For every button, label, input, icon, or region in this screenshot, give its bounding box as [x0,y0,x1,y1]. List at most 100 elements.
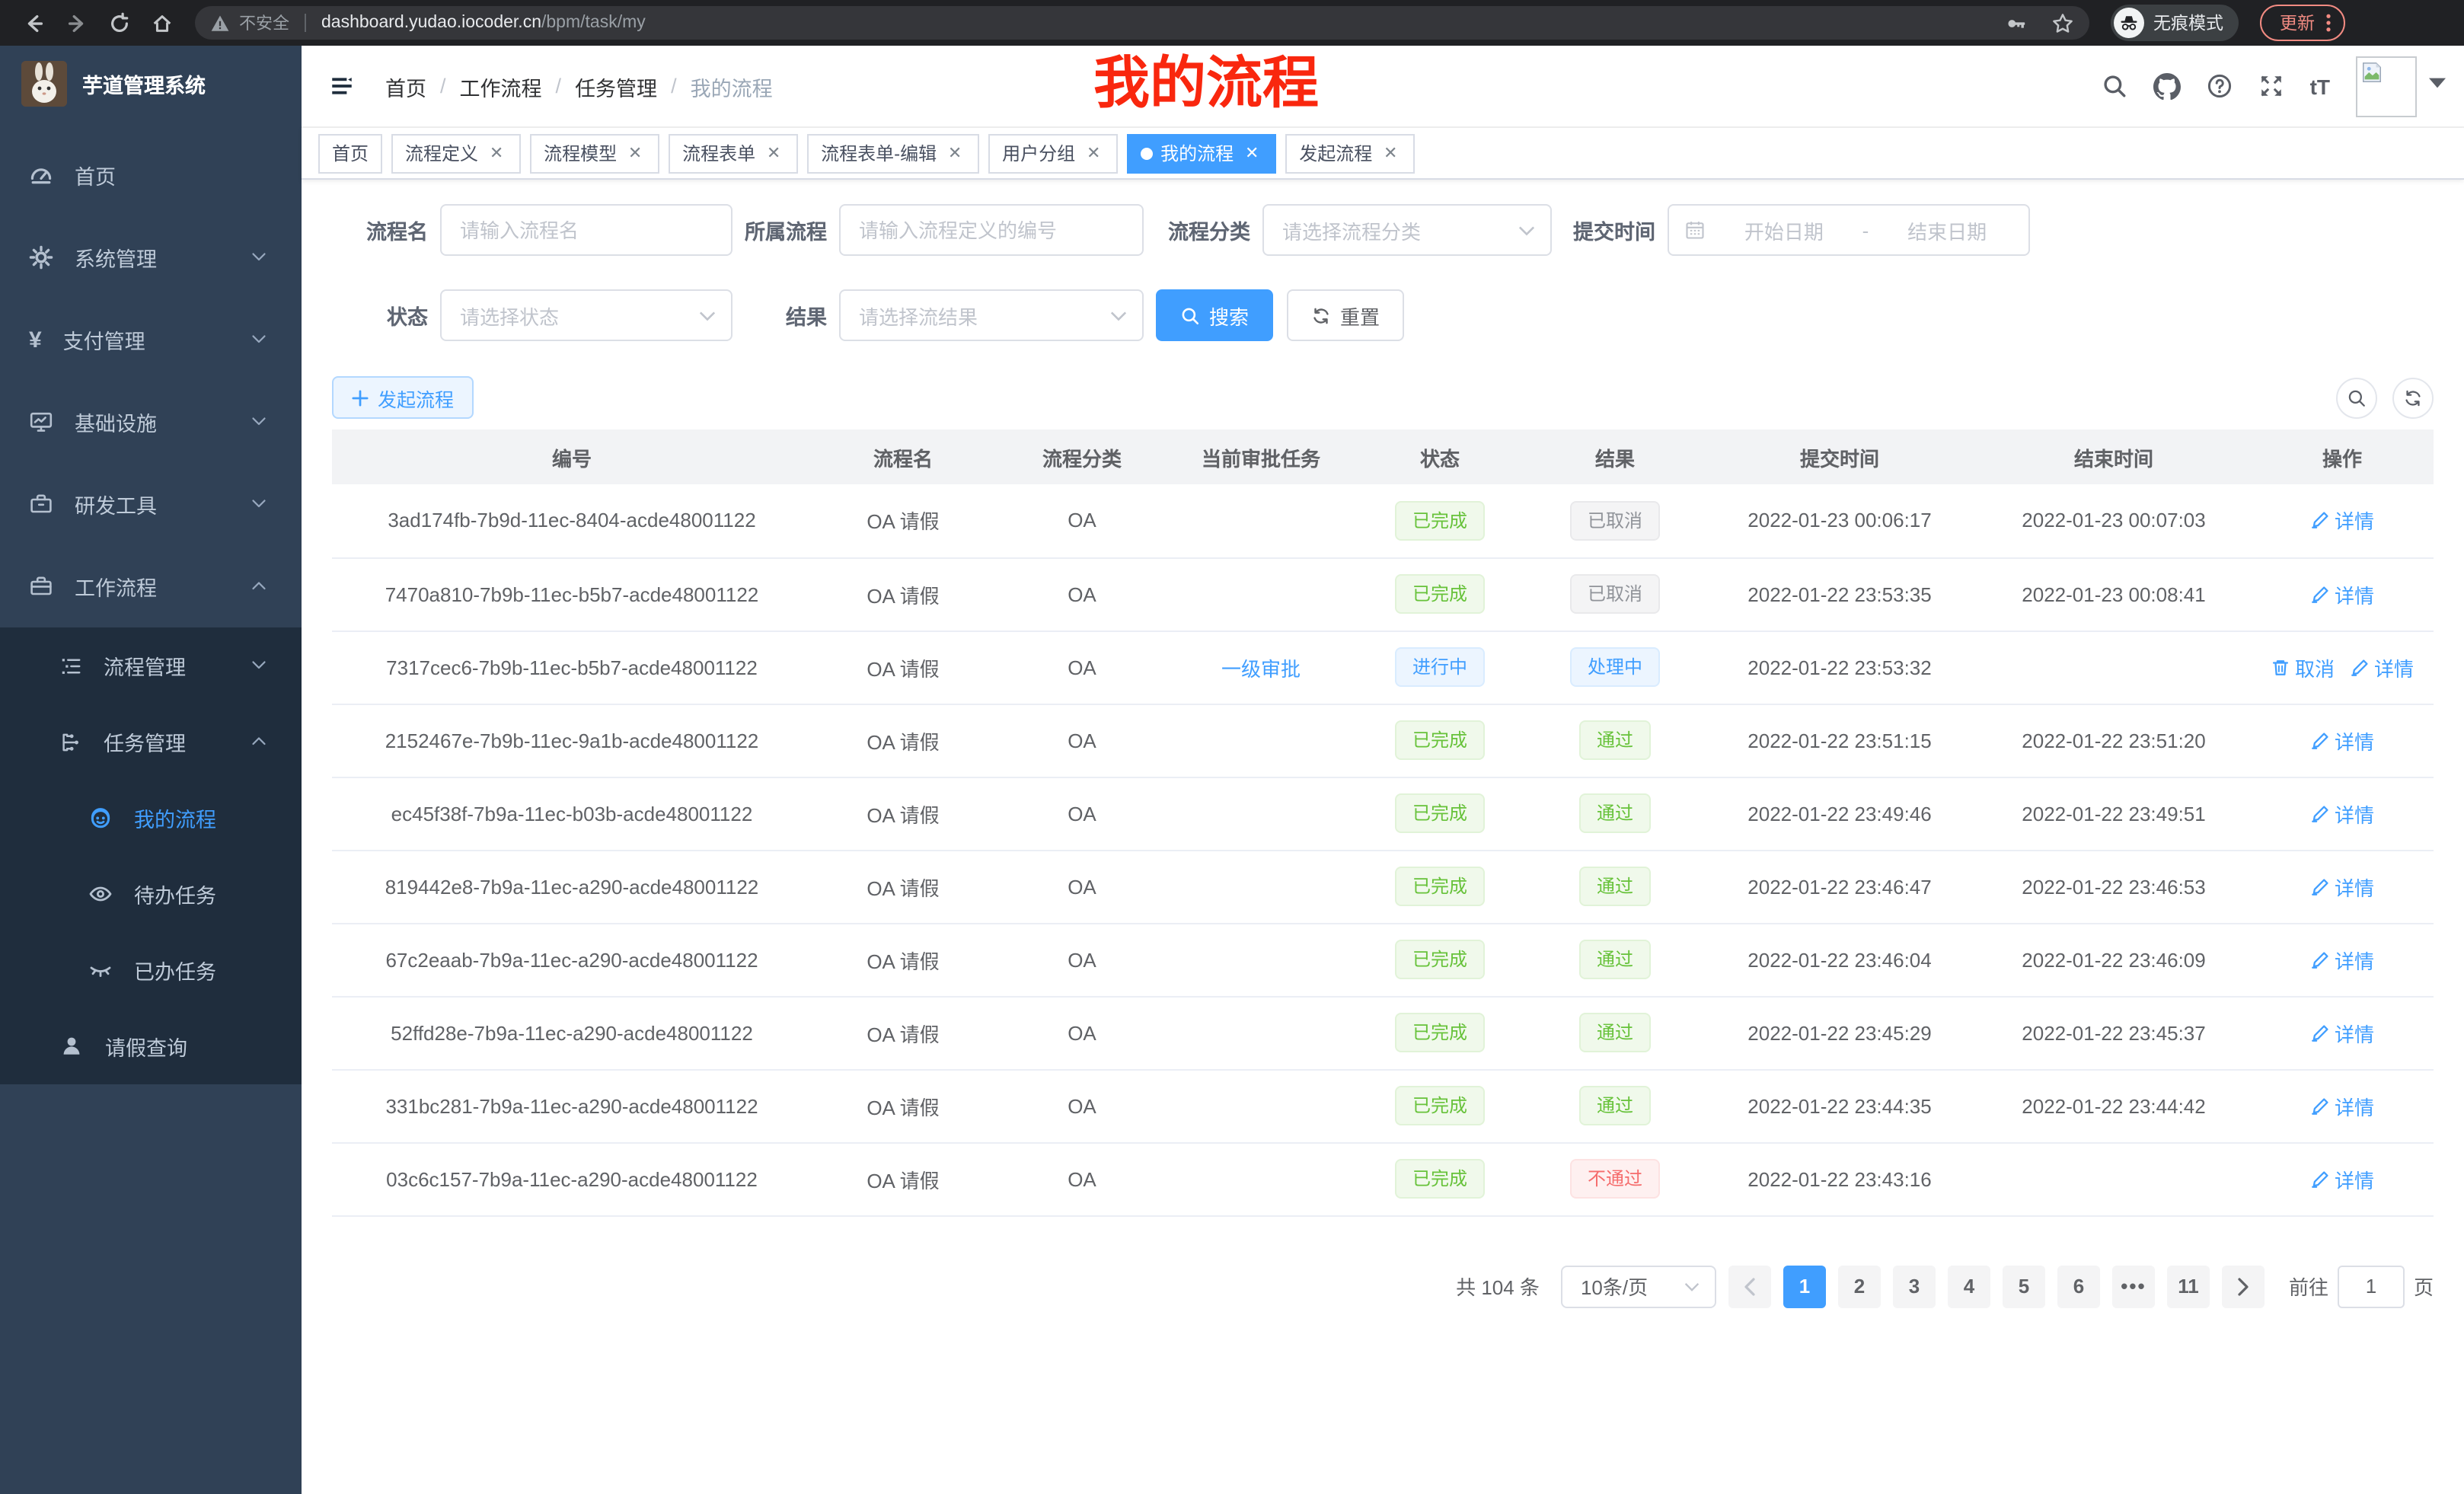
page-button-11[interactable]: 11 [2167,1265,2210,1307]
tab-流程表单[interactable]: 流程表单✕ [669,133,798,173]
action-详情[interactable]: 详情 [2310,799,2374,828]
process-name-input[interactable] [440,204,732,256]
browser-menu-kebab-icon[interactable] [2325,12,2332,34]
robot-icon [88,806,113,830]
owner-process-input[interactable] [839,204,1144,256]
incognito-badge: 无痕模式 [2111,5,2239,41]
tab-发起流程[interactable]: 发起流程✕ [1285,133,1415,173]
close-tab-icon[interactable]: ✕ [624,142,646,164]
sidebar-collapse-icon[interactable] [320,73,364,99]
action-详情[interactable]: 详情 [2350,653,2414,682]
result-select[interactable]: 请选择流结果 [839,289,1144,341]
action-取消[interactable]: 取消 [2271,653,2335,682]
category-select[interactable]: 请选择流程分类 [1262,204,1552,256]
sidebar-item-研发工具[interactable]: 研发工具 [0,463,302,545]
user-avatar[interactable] [2356,56,2417,117]
current-task-link[interactable]: 一级审批 [1221,653,1301,682]
status-label: 状态 [349,300,428,330]
page-size-select[interactable]: 10条/页 [1561,1265,1716,1307]
tab-我的流程[interactable]: 我的流程✕ [1127,133,1276,173]
search-button[interactable]: 搜索 [1156,289,1273,341]
close-tab-icon[interactable]: ✕ [1380,142,1401,164]
close-tab-icon[interactable]: ✕ [763,142,784,164]
page-button-1[interactable]: 1 [1783,1265,1826,1307]
fullscreen-icon[interactable] [2258,73,2284,99]
back-icon[interactable] [15,5,52,41]
password-key-icon[interactable] [2004,11,2027,34]
cell-current-task [1170,704,1352,777]
close-tab-icon[interactable]: ✕ [486,142,507,164]
sidebar-item-首页[interactable]: 首页 [0,134,302,216]
sidebar-item-流程管理[interactable]: 流程管理 [0,627,302,704]
chevron-down-icon [250,330,268,349]
tab-用户分组[interactable]: 用户分组✕ [988,133,1118,173]
breadcrumb-item[interactable]: 工作流程 [460,71,542,101]
cell-submit-time: 2022-01-23 00:06:17 [1703,484,1977,557]
cell-end-time [1977,1142,2251,1215]
action-详情[interactable]: 详情 [2310,1164,2374,1193]
page-button-6[interactable]: 6 [2057,1265,2100,1307]
sidebar: 芋道管理系统 首页系统管理¥支付管理基础设施研发工具工作流程流程管理任务管理我的… [0,46,302,1494]
cell-result: 已取消 [1527,484,1703,557]
browser-update-button[interactable]: 更新 [2260,5,2345,41]
sidebar-item-工作流程[interactable]: 工作流程 [0,545,302,627]
header-search-icon[interactable] [2102,73,2127,99]
close-tab-icon[interactable]: ✕ [1241,142,1262,164]
tab-流程模型[interactable]: 流程模型✕ [530,133,659,173]
tab-流程定义[interactable]: 流程定义✕ [391,133,521,173]
action-详情[interactable]: 详情 [2310,726,2374,755]
cell-actions: 详情 [2251,484,2434,557]
status-select[interactable]: 请选择状态 [440,289,732,341]
status-badge: 已完成 [1396,793,1484,833]
bookmark-star-icon[interactable] [2051,11,2074,34]
font-size-icon[interactable]: tT [2310,75,2330,97]
total-count: 共 104 条 [1456,1272,1540,1301]
sidebar-item-请假查询[interactable]: 请假查询 [0,1008,302,1084]
sidebar-item-任务管理[interactable]: 任务管理 [0,704,302,780]
forward-icon[interactable] [58,5,94,41]
cell-end-time: 2022-01-22 23:45:37 [1977,996,2251,1069]
reload-icon[interactable] [101,5,137,41]
action-详情[interactable]: 详情 [2310,1091,2374,1120]
action-详情[interactable]: 详情 [2310,506,2374,535]
tab-首页[interactable]: 首页 [318,133,382,173]
status-badge: 已完成 [1396,940,1484,979]
next-page-button[interactable] [2222,1265,2265,1307]
sidebar-item-支付管理[interactable]: ¥支付管理 [0,298,302,381]
sidebar-item-基础设施[interactable]: 基础设施 [0,381,302,463]
breadcrumb-item[interactable]: 任务管理 [575,71,657,101]
page-button-4[interactable]: 4 [1948,1265,1990,1307]
breadcrumb-item[interactable]: 首页 [385,71,426,101]
goto-page-input[interactable] [2338,1265,2405,1307]
page-button-3[interactable]: 3 [1893,1265,1936,1307]
page-ellipsis[interactable]: ••• [2112,1265,2155,1307]
tab-流程表单-编辑[interactable]: 流程表单-编辑✕ [807,133,979,173]
avatar-caret-down-icon[interactable] [2429,77,2446,88]
action-详情[interactable]: 详情 [2310,579,2374,608]
cell-status: 已完成 [1352,484,1527,557]
cell-current-task [1170,1142,1352,1215]
url-bar[interactable]: 不安全 dashboard.yudao.iocoder.cn/bpm/task/… [195,6,2089,40]
prev-page-button[interactable] [1728,1265,1771,1307]
trash-icon [2271,657,2290,677]
page-button-2[interactable]: 2 [1838,1265,1881,1307]
sidebar-item-已办任务[interactable]: 已办任务 [0,932,302,1008]
chevron-down-icon [250,495,268,513]
close-tab-icon[interactable]: ✕ [944,142,965,164]
create-process-button[interactable]: 发起流程 [332,376,474,419]
sidebar-item-系统管理[interactable]: 系统管理 [0,216,302,298]
refresh-table-button[interactable] [2392,377,2434,418]
github-icon[interactable] [2153,72,2181,100]
close-tab-icon[interactable]: ✕ [1083,142,1104,164]
reset-button[interactable]: 重置 [1287,289,1404,341]
action-详情[interactable]: 详情 [2310,945,2374,974]
home-icon[interactable] [143,5,180,41]
action-详情[interactable]: 详情 [2310,1018,2374,1047]
page-button-5[interactable]: 5 [2003,1265,2045,1307]
help-icon[interactable] [2207,73,2233,99]
sidebar-item-待办任务[interactable]: 待办任务 [0,856,302,932]
toggle-search-button[interactable] [2336,377,2377,418]
submit-time-range-picker[interactable]: 开始日期 - 结束日期 [1668,204,2030,256]
action-详情[interactable]: 详情 [2310,872,2374,901]
sidebar-item-我的流程[interactable]: 我的流程 [0,780,302,856]
